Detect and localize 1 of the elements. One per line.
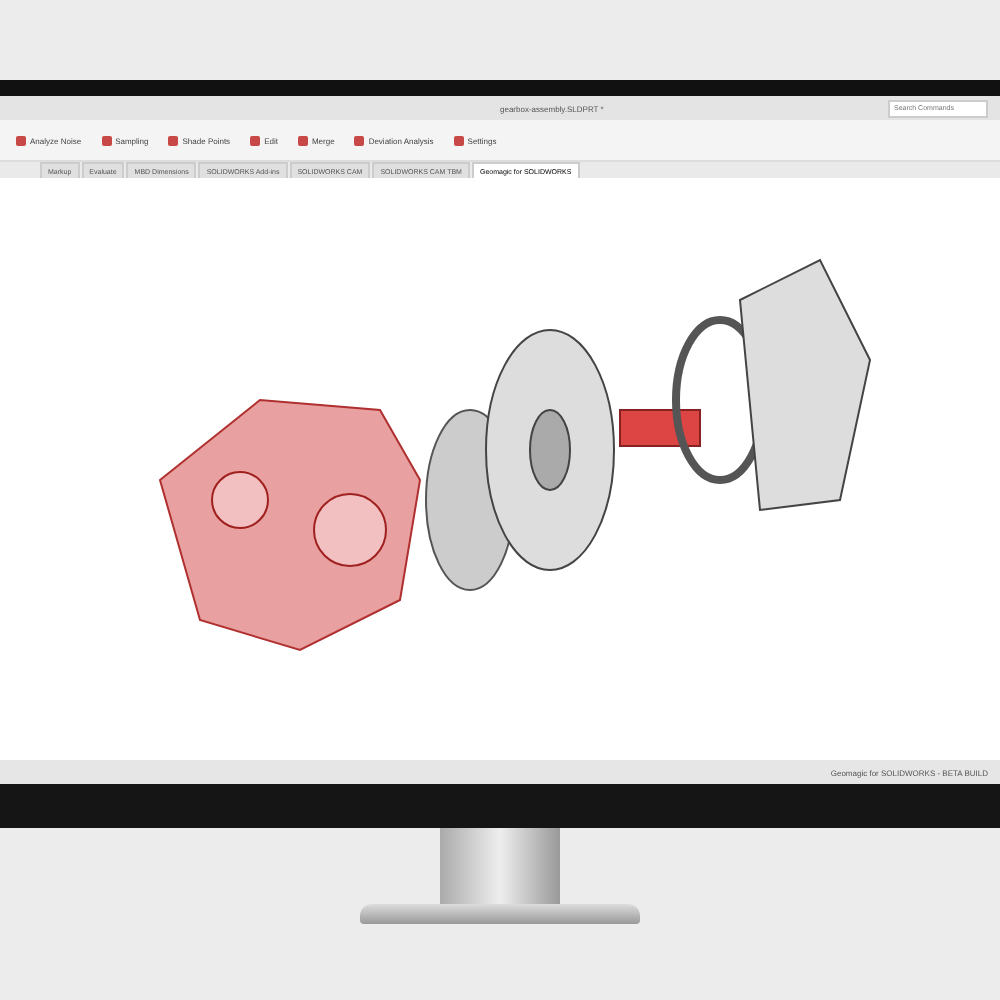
- monitor-stand: [440, 828, 560, 904]
